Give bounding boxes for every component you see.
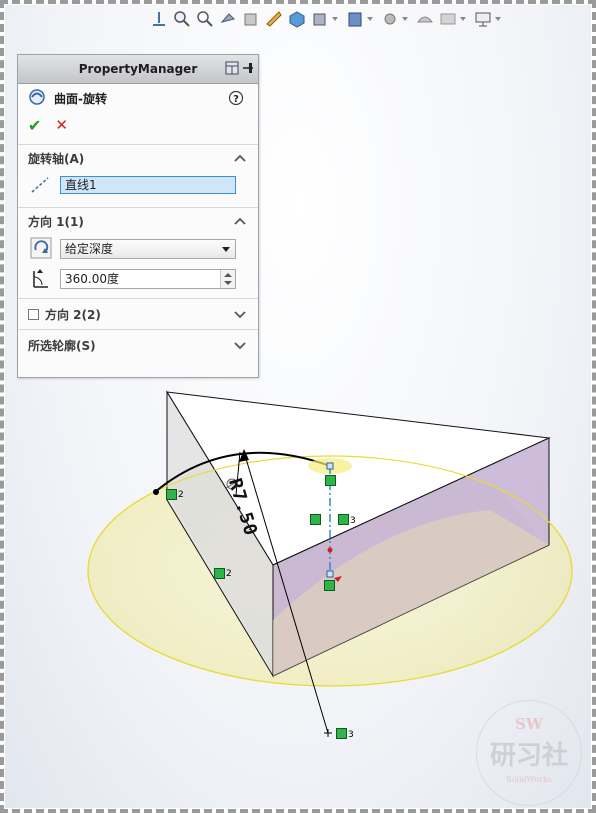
apply-scene-icon[interactable]	[416, 10, 434, 28]
surface-revolve-icon	[28, 88, 46, 109]
chevron-down-icon[interactable]	[234, 308, 246, 322]
section-contours-title: 所选轮廓(S)	[28, 338, 96, 353]
section-direction2-title: 方向 2(2)	[45, 307, 101, 322]
relation-marker-coincident[interactable]	[324, 580, 335, 591]
angle-icon	[30, 267, 52, 292]
cancel-button[interactable]: ✕	[55, 116, 68, 134]
sketch-point-midline	[327, 547, 333, 553]
spin-down-icon[interactable]	[224, 281, 232, 285]
spin-up-icon[interactable]	[224, 273, 232, 277]
sketch-point-bottom[interactable]	[326, 570, 334, 578]
property-manager-panel: PropertyManager 曲面-旋转 ? ✔ ✕ 旋转轴(A) 直线1 方…	[17, 54, 259, 378]
view-normal-icon[interactable]	[150, 10, 168, 28]
edit-appearance-icon[interactable]	[381, 10, 399, 28]
reverse-direction-icon[interactable]	[30, 237, 52, 262]
property-manager-title: PropertyManager	[78, 62, 198, 76]
axis-selection-row: 直线1	[18, 171, 258, 201]
ok-button[interactable]: ✔	[28, 116, 41, 135]
feature-title-row: 曲面-旋转 ?	[18, 84, 258, 112]
chevron-down-icon[interactable]	[222, 247, 230, 252]
section-direction2-header[interactable]: 方向 2(2)	[18, 298, 258, 329]
chevron-down-icon[interactable]	[460, 17, 466, 21]
relation-number: 2	[226, 569, 232, 579]
sketch-point-top[interactable]	[326, 462, 334, 470]
chevron-down-icon[interactable]	[402, 17, 408, 21]
pin-icon[interactable]	[242, 61, 254, 78]
view-setting-icon[interactable]	[439, 10, 457, 28]
relation-number: 2	[178, 490, 184, 500]
watermark-main: 研习社	[489, 741, 568, 771]
relation-marker-vertical[interactable]	[310, 514, 321, 525]
relation-marker-vertical[interactable]	[325, 475, 336, 486]
hide-show-icon[interactable]	[346, 10, 364, 28]
section-view-icon[interactable]	[242, 10, 260, 28]
relation-number: 3	[350, 516, 356, 526]
chevron-up-icon[interactable]	[234, 152, 246, 166]
end-condition-row: 给定深度	[18, 234, 258, 264]
end-condition-value: 给定深度	[65, 242, 114, 256]
property-manager-header: PropertyManager	[18, 55, 258, 84]
watermark-small: SolidWorks	[506, 775, 552, 784]
view-orientation-icon[interactable]	[288, 10, 306, 28]
angle-spinner[interactable]	[220, 270, 235, 288]
section-axis-title: 旋转轴(A)	[28, 151, 85, 166]
help-icon[interactable]: ?	[228, 90, 244, 109]
chevron-down-icon[interactable]	[332, 17, 338, 21]
ok-cancel-row: ✔ ✕	[18, 112, 258, 138]
angle-input[interactable]: 360.00度	[60, 269, 236, 289]
direction2-checkbox[interactable]	[28, 308, 39, 320]
chevron-down-icon[interactable]	[495, 17, 501, 21]
relation-marker-coincident[interactable]	[166, 489, 177, 500]
angle-row: 360.00度	[18, 264, 258, 294]
watermark-sw: SW	[515, 715, 543, 733]
section-axis-header[interactable]: 旋转轴(A)	[18, 144, 258, 171]
angle-value: 360.00度	[65, 272, 119, 286]
chevron-down-icon[interactable]	[367, 17, 373, 21]
watermark-logo: SW 研习社 SolidWorks	[476, 700, 582, 806]
display-style-icon[interactable]	[311, 10, 329, 28]
relation-marker-coincident[interactable]	[336, 728, 347, 739]
axis-selection-box[interactable]: 直线1	[60, 176, 236, 194]
monitor-icon[interactable]	[474, 10, 492, 28]
axis-line-icon	[30, 175, 50, 198]
end-condition-select[interactable]: 给定深度	[60, 239, 236, 259]
section-contours-header[interactable]: 所选轮廓(S)	[18, 329, 258, 360]
previous-view-icon[interactable]	[219, 10, 237, 28]
feature-title: 曲面-旋转	[54, 91, 107, 106]
panel-layout-icon[interactable]	[225, 61, 239, 78]
zoom-area-icon[interactable]	[196, 10, 214, 28]
relation-marker-coincident[interactable]	[214, 568, 225, 579]
dynamic-annotation-icon[interactable]	[265, 10, 283, 28]
chevron-down-icon[interactable]	[234, 339, 246, 353]
section-direction1-title: 方向 1(1)	[28, 214, 84, 229]
section-direction1-header[interactable]: 方向 1(1)	[18, 207, 258, 234]
zoom-fit-icon[interactable]	[173, 10, 191, 28]
help-glyph: ?	[233, 94, 239, 105]
sketch-point-arc-start[interactable]	[153, 489, 159, 495]
relation-marker-coincident[interactable]	[338, 514, 349, 525]
chevron-up-icon[interactable]	[234, 215, 246, 229]
relation-number: 3	[348, 730, 354, 740]
heads-up-view-toolbar	[150, 6, 504, 32]
